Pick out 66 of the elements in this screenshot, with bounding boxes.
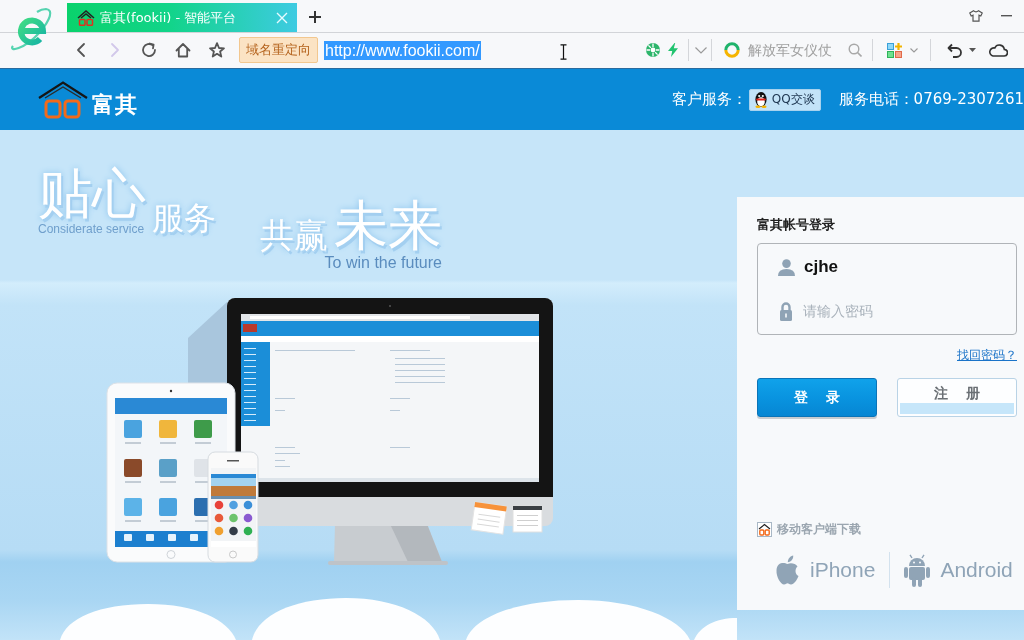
ring-logo-icon: [724, 42, 740, 58]
mobile-download-title: 移动客户端下载: [777, 521, 861, 538]
chevron-down-icon: [695, 46, 707, 54]
house-logo-icon: [38, 80, 88, 119]
user-icon: [778, 258, 795, 276]
browser-logo-icon[interactable]: [10, 6, 54, 52]
lock-icon: [780, 301, 792, 321]
penguin-icon: [753, 91, 768, 108]
slogan-text: 服务: [152, 200, 216, 236]
house-icon: [77, 9, 95, 26]
chevron-down-icon: [910, 47, 918, 53]
text-cursor-icon: [560, 44, 567, 60]
apps-icon: [887, 42, 902, 58]
slogan-subtitle: To win the future: [324, 254, 442, 272]
download-link[interactable]: Android: [904, 553, 1013, 587]
apps-button[interactable]: [887, 42, 902, 58]
phone-number: 服务电话：0769-2307261: [838, 90, 1024, 109]
caret-icon: [969, 48, 976, 52]
accelerate-button[interactable]: [646, 43, 660, 57]
document-sheet: [512, 505, 543, 533]
home-button[interactable]: [175, 42, 191, 58]
sticky-note: [470, 501, 508, 535]
slogan-text: 共赢: [260, 216, 328, 254]
new-tab-icon[interactable]: [309, 11, 321, 23]
favorite-button[interactable]: [209, 42, 225, 58]
tab-title: 富其(fookii) - 智能平台: [100, 8, 238, 27]
cloud-button[interactable]: [988, 43, 1008, 57]
login-title: 富其帐号登录: [757, 216, 836, 234]
password-field[interactable]: 请输入密码: [803, 303, 993, 319]
cloud: [694, 618, 737, 640]
download-link[interactable]: iPhone: [775, 555, 876, 585]
undo-icon: [947, 42, 963, 58]
username-field[interactable]: cjhe: [804, 257, 994, 277]
house-logo-icon: [757, 522, 772, 537]
redirect-tag: 域名重定向: [239, 37, 318, 63]
lightning-icon: [668, 43, 678, 57]
refresh-button[interactable]: [141, 42, 157, 58]
shirt-icon[interactable]: [969, 10, 983, 22]
aperture-icon: [646, 43, 660, 57]
search-field[interactable]: 解放军女仪仗: [748, 42, 836, 58]
dropdown-button[interactable]: [695, 46, 707, 54]
robot-icon: [904, 553, 931, 587]
search-icon: [848, 43, 862, 57]
cloud-icon: [988, 43, 1008, 57]
register-button[interactable]: 注 册: [897, 378, 1017, 417]
slogan-text: 贴心: [38, 166, 146, 222]
forgot-password-link[interactable]: 找回密码？: [957, 347, 1017, 364]
undo-button[interactable]: [947, 42, 963, 58]
login-button[interactable]: 登 录: [757, 378, 877, 417]
speed-button[interactable]: [668, 43, 678, 57]
apps-menu-button[interactable]: [910, 47, 918, 53]
search-engine-button[interactable]: [724, 42, 740, 58]
minimize-icon[interactable]: [1001, 15, 1012, 17]
slogan-subtitle: Considerate service: [38, 222, 146, 236]
star-icon: [209, 42, 225, 58]
logo-text: 富其: [92, 90, 138, 119]
search-button[interactable]: [848, 43, 862, 57]
slogan-text: 未来: [334, 198, 442, 254]
undo-menu-button[interactable]: [969, 48, 976, 52]
service-label: 客户服务：: [671, 90, 747, 109]
qq-chat-button[interactable]: QQ交谈: [748, 88, 821, 111]
refresh-icon: [141, 42, 157, 58]
url-field[interactable]: http://www.fookii.com/: [324, 40, 481, 60]
apple-icon: [775, 555, 800, 585]
home-icon: [175, 42, 191, 58]
browser-tab[interactable]: 富其(fookii) - 智能平台: [67, 3, 297, 32]
